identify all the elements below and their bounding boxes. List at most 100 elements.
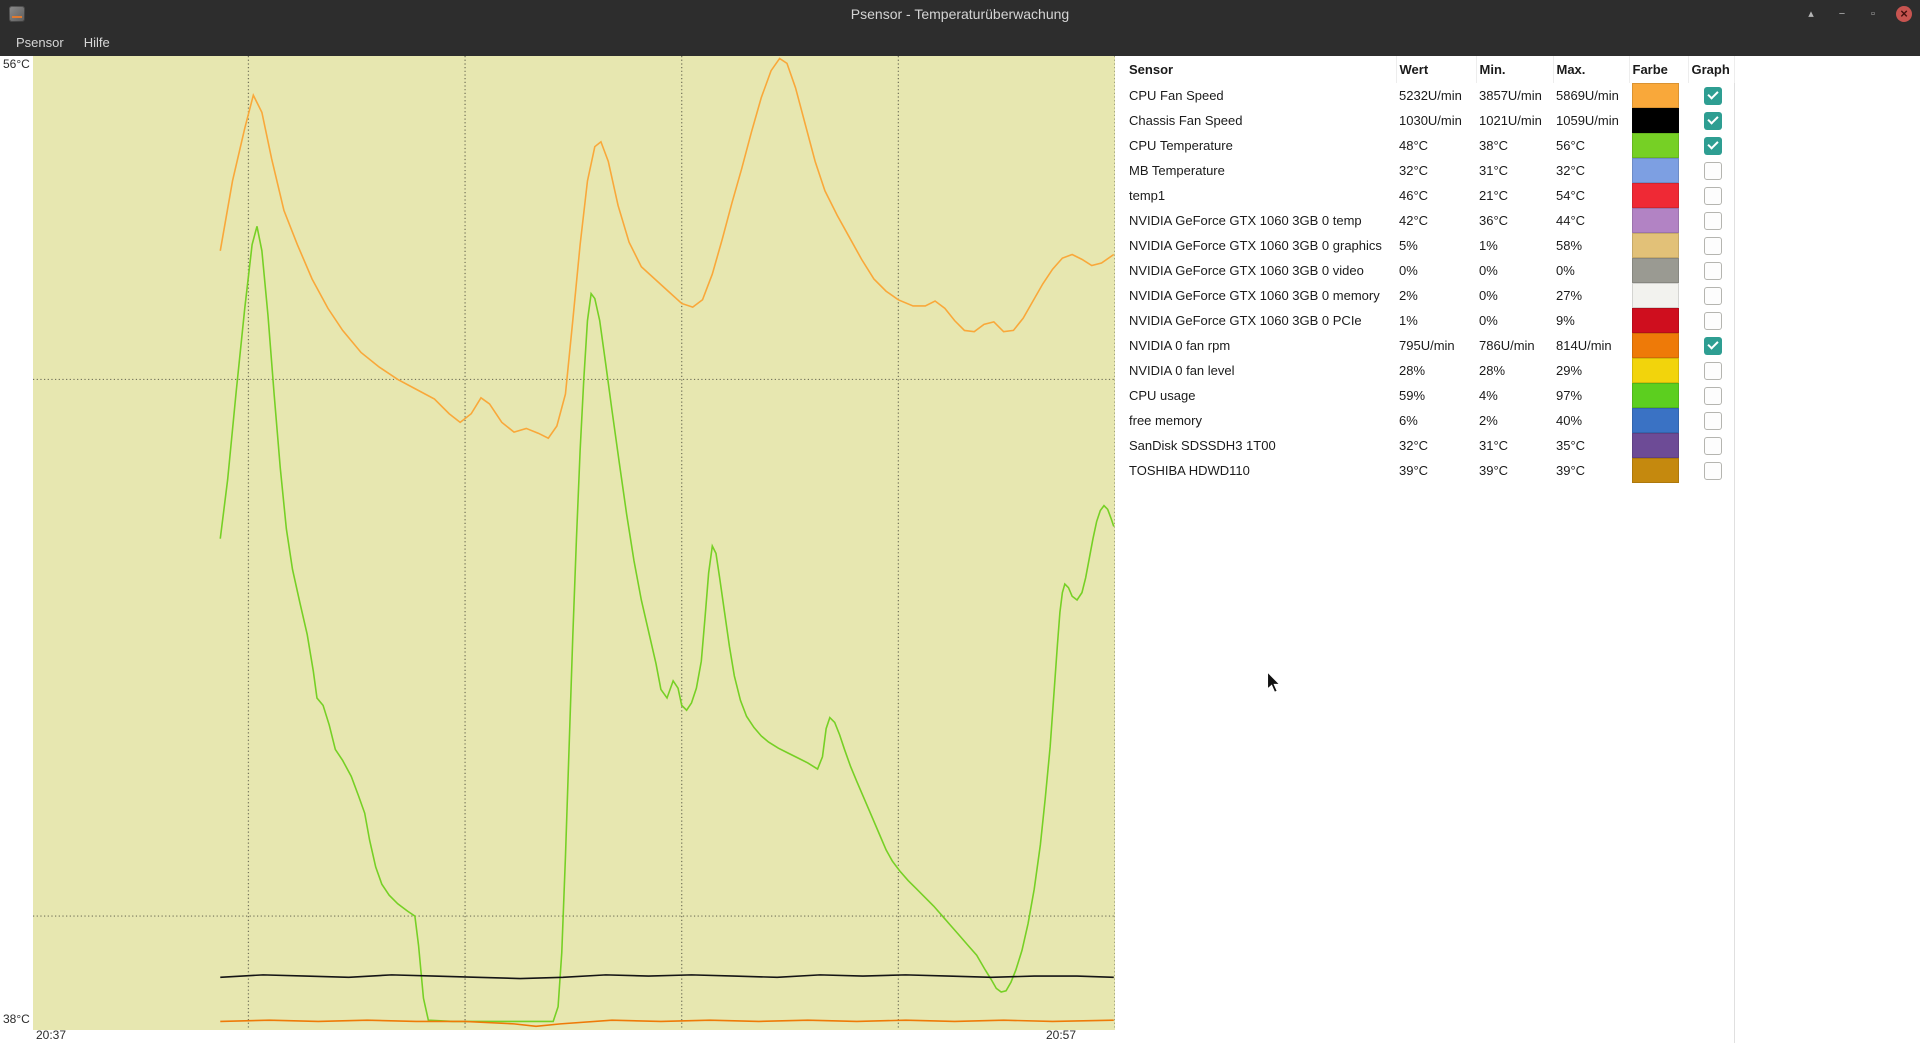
menu-psensor[interactable]: Psensor xyxy=(6,30,74,55)
sensor-max: 54°C xyxy=(1556,188,1586,203)
graph-checkbox[interactable] xyxy=(1703,286,1722,305)
sensor-min: 28% xyxy=(1479,363,1506,378)
sensor-min: 0% xyxy=(1479,288,1498,303)
graph-cell xyxy=(1688,233,1734,258)
column-header-min[interactable]: Min. xyxy=(1476,56,1554,83)
color-swatch xyxy=(1632,108,1679,133)
sensor-row[interactable]: NVIDIA GeForce GTX 1060 3GB 0 PCIe 1% 0% 9% xyxy=(1126,308,1734,333)
color-cell xyxy=(1629,358,1688,383)
titlebar[interactable]: Psensor - Temperaturüberwachung ▴ − ▫ × xyxy=(0,0,1920,29)
sensor-row[interactable]: free memory 6% 2% 40% xyxy=(1126,408,1734,433)
color-swatch xyxy=(1632,383,1679,408)
sensor-name: NVIDIA GeForce GTX 1060 3GB 0 memory xyxy=(1129,288,1380,303)
sensor-value: 46°C xyxy=(1399,188,1429,203)
column-header-farbe[interactable]: Farbe xyxy=(1629,56,1689,83)
sensor-min: 31°C xyxy=(1479,438,1509,453)
color-cell xyxy=(1629,308,1688,333)
graph-checkbox[interactable] xyxy=(1703,311,1722,330)
sensor-min: 21°C xyxy=(1479,188,1509,203)
sensor-row[interactable]: NVIDIA GeForce GTX 1060 3GB 0 video 0% 0% 0… xyxy=(1126,258,1734,283)
graph-checkbox[interactable] xyxy=(1703,236,1722,255)
sensor-max: 1059U/min xyxy=(1556,113,1619,128)
shade-icon[interactable]: ▴ xyxy=(1803,6,1819,22)
sensor-max: 0% xyxy=(1556,263,1575,278)
sensor-row[interactable]: NVIDIA 0 fan level 28% 28% 29% xyxy=(1126,358,1734,383)
graph-checkbox[interactable] xyxy=(1703,411,1722,430)
color-cell xyxy=(1629,258,1688,283)
sensor-max: 35°C xyxy=(1556,438,1586,453)
graph-checkbox[interactable] xyxy=(1703,461,1722,480)
time-start-label: 20:37 xyxy=(36,1028,67,1042)
sensor-min: 39°C xyxy=(1479,463,1509,478)
color-swatch xyxy=(1632,333,1679,358)
graph-checkbox[interactable] xyxy=(1703,211,1722,230)
sensor-row[interactable]: TOSHIBA HDWD110 39°C 39°C 39°C xyxy=(1126,458,1734,483)
sensor-name: NVIDIA GeForce GTX 1060 3GB 0 PCIe xyxy=(1129,313,1362,328)
color-cell xyxy=(1629,108,1688,133)
sensor-max: 97% xyxy=(1556,388,1583,403)
y-axis-min-label: 38°C xyxy=(3,1012,30,1026)
graph-cell xyxy=(1688,158,1734,183)
sensor-row[interactable]: MB Temperature 32°C 31°C 32°C xyxy=(1126,158,1734,183)
sensor-table: Sensor Wert Min. Max. Farbe Graph CPU Fa… xyxy=(1126,56,1735,483)
graph-checkbox[interactable] xyxy=(1703,436,1722,455)
sensor-name: NVIDIA GeForce GTX 1060 3GB 0 graphics xyxy=(1129,238,1382,253)
graph-checkbox[interactable] xyxy=(1703,186,1722,205)
color-swatch xyxy=(1632,208,1679,233)
series-cpu-fan-speed xyxy=(219,57,1115,440)
graph-cell xyxy=(1688,108,1734,133)
sensor-value: 32°C xyxy=(1399,163,1429,178)
table-header-row: Sensor Wert Min. Max. Farbe Graph xyxy=(1126,56,1735,83)
sensor-min: 1021U/min xyxy=(1479,113,1542,128)
sensor-row[interactable]: SanDisk SDSSDH3 1T00 32°C 31°C 35°C xyxy=(1126,433,1734,458)
sensor-value: 39°C xyxy=(1399,463,1429,478)
graph-checkbox[interactable] xyxy=(1703,86,1722,105)
sensor-min: 38°C xyxy=(1479,138,1509,153)
sensor-row[interactable]: NVIDIA 0 fan rpm 795U/min 786U/min 814U/min xyxy=(1126,333,1734,358)
y-axis-max-label: 56°C xyxy=(3,57,30,71)
graph-checkbox[interactable] xyxy=(1703,111,1722,130)
mouse-cursor xyxy=(1266,671,1282,694)
graph-checkbox[interactable] xyxy=(1703,161,1722,180)
graph-checkbox[interactable] xyxy=(1703,261,1722,280)
sensor-value: 795U/min xyxy=(1399,338,1455,353)
graph-cell xyxy=(1688,283,1734,308)
sensor-row[interactable]: temp1 46°C 21°C 54°C xyxy=(1126,183,1734,208)
sensor-row[interactable]: CPU Temperature 48°C 38°C 56°C xyxy=(1126,133,1734,158)
sensor-row[interactable]: NVIDIA GeForce GTX 1060 3GB 0 memory 2% 0%… xyxy=(1126,283,1734,308)
menubar: Psensor Hilfe xyxy=(0,28,1920,56)
sensor-name: CPU usage xyxy=(1129,388,1196,403)
column-header-sensor[interactable]: Sensor xyxy=(1126,56,1397,83)
menu-hilfe[interactable]: Hilfe xyxy=(74,30,120,55)
color-swatch xyxy=(1632,358,1679,383)
graph-cell xyxy=(1688,383,1734,408)
graph-checkbox[interactable] xyxy=(1703,136,1722,155)
color-swatch xyxy=(1632,283,1679,308)
sensor-row[interactable]: CPU Fan Speed 5232U/min 3857U/min 5869U/min xyxy=(1126,83,1734,108)
graph-cell xyxy=(1688,258,1734,283)
sensor-name: temp1 xyxy=(1129,188,1166,203)
graph-cell xyxy=(1688,458,1734,483)
minimize-icon[interactable]: − xyxy=(1834,6,1850,22)
graph-checkbox[interactable] xyxy=(1703,336,1722,355)
sensor-row[interactable]: NVIDIA GeForce GTX 1060 3GB 0 temp 42°C 36… xyxy=(1126,208,1734,233)
close-icon[interactable]: × xyxy=(1896,6,1912,22)
column-header-graph[interactable]: Graph xyxy=(1688,56,1735,83)
window-controls: ▴ − ▫ × xyxy=(1803,0,1912,28)
graph-checkbox[interactable] xyxy=(1703,386,1722,405)
column-header-wert[interactable]: Wert xyxy=(1396,56,1477,83)
window-title: Psensor - Temperaturüberwachung xyxy=(850,6,1070,22)
sensor-row[interactable]: NVIDIA GeForce GTX 1060 3GB 0 graphics 5%… xyxy=(1126,233,1734,258)
graph-checkbox[interactable] xyxy=(1703,361,1722,380)
graph-panel: 56°C 38°C 20:37 20:57 xyxy=(0,56,1122,1043)
sensor-row[interactable]: CPU usage 59% 4% 97% xyxy=(1126,383,1734,408)
maximize-icon[interactable]: ▫ xyxy=(1865,6,1881,22)
sensor-name: CPU Fan Speed xyxy=(1129,88,1224,103)
column-header-max[interactable]: Max. xyxy=(1553,56,1630,83)
sensor-min: 31°C xyxy=(1479,163,1509,178)
sensor-max: 29% xyxy=(1556,363,1583,378)
sensor-row[interactable]: Chassis Fan Speed 1030U/min 1021U/min 1059U… xyxy=(1126,108,1734,133)
graph-cell xyxy=(1688,358,1734,383)
color-cell xyxy=(1629,133,1688,158)
sensor-value: 48°C xyxy=(1399,138,1429,153)
